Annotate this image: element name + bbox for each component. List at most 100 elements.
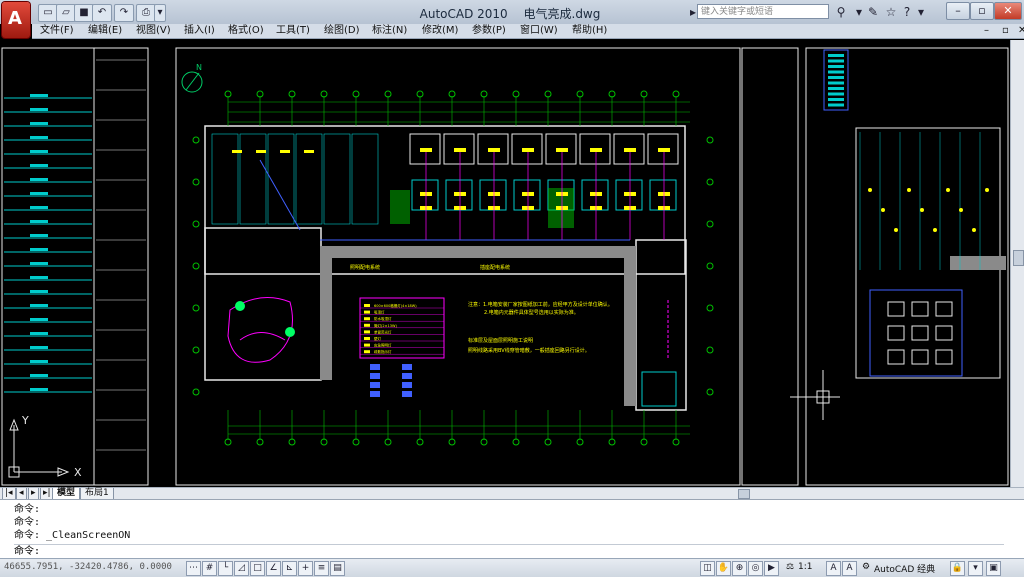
menu-help[interactable]: 帮助(H) — [572, 24, 607, 38]
axis-bubble — [192, 346, 200, 354]
help-dropdown-icon[interactable]: ▾ — [914, 5, 928, 19]
pan-icon[interactable]: ✋ — [716, 561, 731, 576]
tray-settings-icon[interactable]: ▾ — [968, 561, 983, 576]
communication-center-icon[interactable]: ✎ — [866, 5, 880, 19]
auto-scale-icon[interactable]: A — [842, 561, 857, 576]
axis-bubble — [192, 220, 200, 228]
fixture — [556, 148, 568, 152]
schedule-row-tag — [30, 276, 48, 279]
quick-properties-icon[interactable]: ▤ — [330, 561, 345, 576]
doc-close-icon[interactable]: ✕ — [1018, 24, 1024, 38]
osnap-icon[interactable]: □ — [250, 561, 265, 576]
right-legend-item — [828, 65, 844, 68]
annotation-visibility-icon[interactable]: A — [826, 561, 841, 576]
dyn-icon[interactable]: + — [298, 561, 313, 576]
right-legend-item — [828, 81, 844, 85]
right-fixture — [985, 188, 989, 192]
fixture — [522, 148, 534, 152]
fixture — [232, 150, 242, 153]
menu-draw[interactable]: 绘图(D) — [324, 24, 360, 38]
axis-bubble — [706, 346, 714, 354]
model-space-icon[interactable]: ◫ — [700, 561, 715, 576]
app-logo[interactable]: A — [2, 2, 30, 38]
desk-group — [935, 301, 953, 317]
open-file-icon[interactable]: ▱ — [56, 4, 76, 22]
new-file-icon[interactable]: ▭ — [38, 4, 58, 22]
menu-insert[interactable]: 插入(I) — [184, 24, 215, 38]
fixture — [304, 150, 314, 153]
schedule-row-tag — [30, 332, 48, 335]
zoom-icon[interactable]: ⊕ — [732, 561, 747, 576]
menu-edit[interactable]: 编辑(E) — [88, 24, 122, 38]
quick-access-dropdown-icon[interactable]: ▾ — [154, 4, 166, 22]
north-label: N — [196, 63, 202, 72]
legend-swatch — [364, 343, 370, 347]
ortho-icon[interactable]: └ — [218, 561, 233, 576]
annotation-scale[interactable]: 1:1 — [798, 562, 812, 572]
schedule-row-tag — [30, 290, 48, 293]
menu-view[interactable]: 视图(V) — [136, 24, 171, 38]
fixture — [420, 148, 432, 152]
command-history-line: 命令: _CleanScreenON — [14, 530, 131, 541]
right-fixture — [907, 188, 911, 192]
search-input[interactable]: 键入关键字或短语 — [697, 4, 829, 19]
axis-bubble — [706, 388, 714, 396]
drawing-canvas[interactable]: X Y N 照明配电系统 插座配电系统 600×600格栅灯(4×18W) 吸顶灯… — [0, 40, 1010, 487]
menu-parameter[interactable]: 参数(P) — [472, 24, 506, 38]
menu-window[interactable]: 窗口(W) — [520, 24, 558, 38]
vertical-scrollbar[interactable] — [1010, 40, 1024, 487]
lock-icon[interactable]: 🔒 — [950, 561, 965, 576]
room-left-outline — [267, 133, 295, 225]
legend-row-label: 筒灯(2×13W) — [374, 323, 397, 328]
steering-wheel-icon[interactable]: ◎ — [748, 561, 763, 576]
floor-plan — [204, 125, 687, 411]
room-left-outline — [295, 133, 323, 225]
legend-block — [370, 364, 380, 370]
menu-tools[interactable]: 工具(T) — [276, 24, 310, 38]
legend-row-label: 防水吸顶灯 — [374, 316, 392, 321]
save-icon[interactable]: ■ — [74, 4, 94, 22]
search-dropdown-icon[interactable]: ▾ — [852, 5, 866, 19]
horizontal-scroll-thumb[interactable] — [738, 489, 750, 499]
redo-icon[interactable]: ↷ — [114, 4, 134, 22]
vertical-scroll-thumb[interactable] — [1013, 250, 1024, 266]
clean-screen-icon[interactable]: ▣ — [986, 561, 1001, 576]
favorites-star-icon[interactable]: ☆ — [884, 5, 898, 19]
menu-file[interactable]: 文件(F) — [40, 24, 74, 38]
command-input[interactable]: 命令: — [14, 544, 1004, 558]
minimize-button[interactable]: – — [946, 2, 970, 20]
right-legend-item — [828, 98, 844, 101]
help-icon[interactable]: ? — [900, 5, 914, 19]
menu-modify[interactable]: 修改(M) — [422, 24, 458, 38]
command-history-line: 命令: — [14, 504, 41, 515]
undo-icon[interactable]: ↶ — [92, 4, 112, 22]
doc-minimize-icon[interactable]: – — [984, 24, 989, 38]
legend-swatch — [364, 317, 370, 321]
showmotion-icon[interactable]: ▶ — [764, 561, 779, 576]
maximize-button[interactable]: ▫ — [970, 2, 994, 20]
workspace-switcher[interactable]: AutoCAD 经典 — [874, 562, 935, 575]
ducs-icon[interactable]: ⊾ — [282, 561, 297, 576]
room-left-outline — [239, 133, 267, 225]
legend-swatch — [364, 323, 370, 327]
legend-row-label: 应急照明灯 — [374, 343, 392, 348]
grid-icon[interactable]: # — [202, 561, 217, 576]
legend-swatch — [364, 330, 370, 334]
polar-icon[interactable]: ◿ — [234, 561, 249, 576]
menu-format[interactable]: 格式(O) — [228, 24, 264, 38]
close-button[interactable]: ✕ — [994, 2, 1022, 20]
lineweight-icon[interactable]: ≡ — [314, 561, 329, 576]
otrack-icon[interactable]: ∠ — [266, 561, 281, 576]
print-icon[interactable]: ⎙ — [136, 4, 156, 22]
axis-bubble — [706, 304, 714, 312]
design-notes: 注意：1.电箱安装厂家按图纸加工前，应经甲方及设计单位确认。 2.电箱内元器件具… — [468, 301, 613, 354]
right-legend-item — [828, 54, 844, 57]
app-name: AutoCAD 2010 — [419, 7, 508, 21]
doc-restore-icon[interactable]: ▫ — [1002, 24, 1009, 38]
fixture — [590, 148, 602, 152]
binoculars-icon[interactable]: ⚲ — [834, 5, 848, 19]
snap-icon[interactable]: ⋯ — [186, 561, 201, 576]
right-fixture — [920, 208, 924, 212]
annotation-scale-icon: ⚖ — [786, 562, 795, 572]
menu-dimension[interactable]: 标注(N) — [372, 24, 407, 38]
